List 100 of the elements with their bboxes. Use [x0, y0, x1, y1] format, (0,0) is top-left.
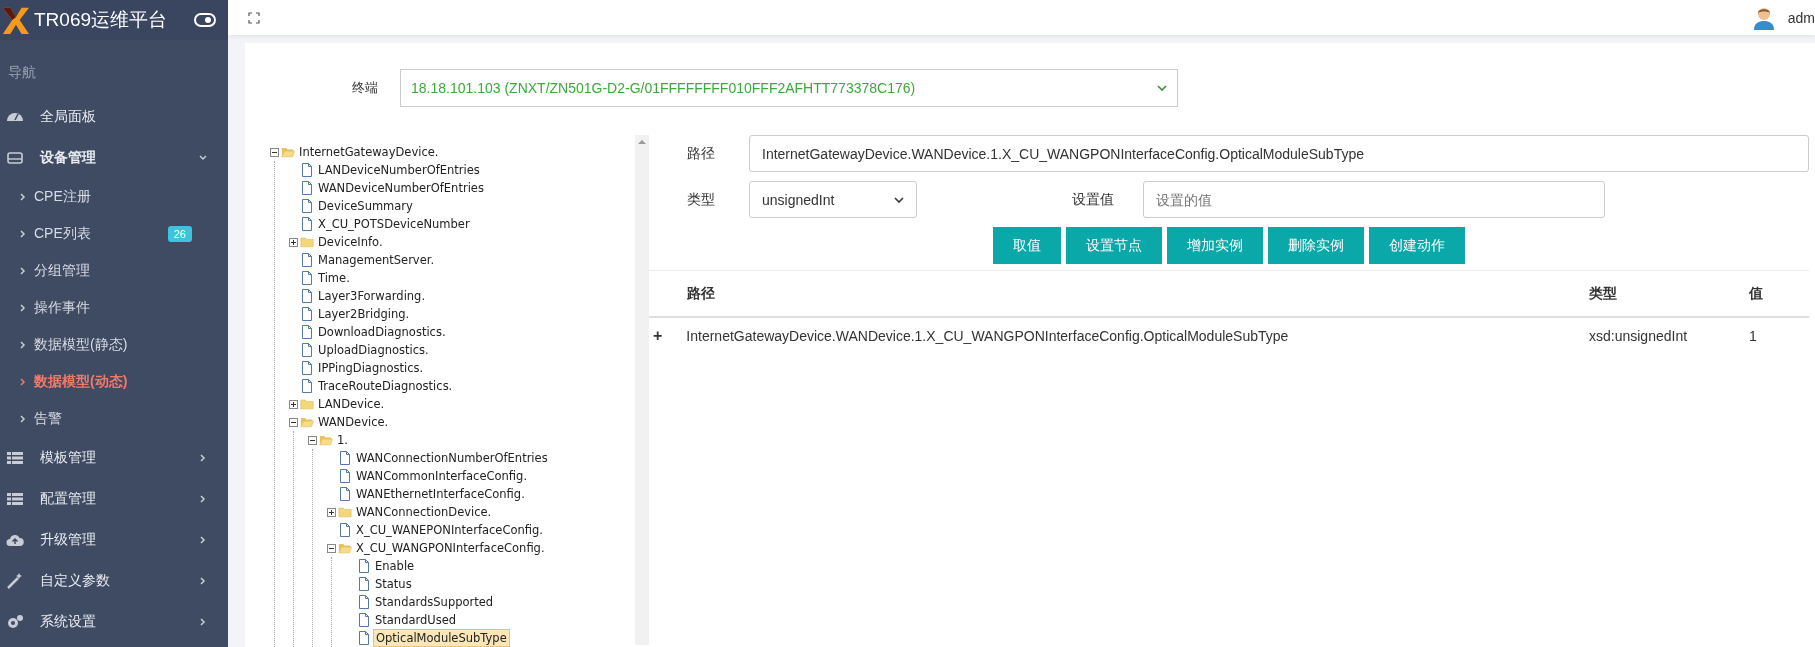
document-icon — [338, 469, 352, 483]
collapse-icon[interactable] — [289, 417, 298, 427]
column-header: 路径 — [687, 284, 716, 303]
nav-subitem[interactable]: 数据模型(静态) — [0, 326, 228, 363]
tree-node[interactable]: X_CU_WANGPONInterfaceConfig. — [354, 540, 547, 556]
document-icon — [338, 451, 352, 465]
document-icon — [357, 613, 371, 627]
document-icon — [300, 181, 314, 195]
terminal-label: 终端 — [351, 79, 379, 97]
nav-item[interactable]: 自定义参数 — [0, 560, 228, 601]
nav-heading: 导航 — [7, 63, 37, 82]
tree-node[interactable]: DeviceInfo. — [316, 234, 385, 250]
tree-node[interactable]: Layer3Forwarding. — [316, 288, 428, 304]
folder-icon — [300, 397, 314, 411]
magic-wand-icon — [6, 571, 24, 590]
expand-toggle[interactable]: + — [649, 327, 663, 345]
toggle-icon[interactable] — [194, 13, 216, 27]
nav-item[interactable]: 升级管理 — [0, 519, 228, 560]
path-label: 路径 — [686, 144, 716, 163]
document-icon — [300, 361, 314, 375]
gears-icon — [6, 612, 24, 631]
nav-subitem[interactable]: CPE列表 26 — [0, 215, 228, 252]
expand-icon[interactable] — [327, 507, 336, 517]
tree-node[interactable]: X_CU_POTSDeviceNumber — [316, 216, 472, 232]
chevron-right-icon — [18, 228, 28, 239]
chevron-right-icon — [18, 191, 28, 202]
tree-node[interactable]: Layer2Bridging. — [316, 306, 412, 322]
tree-node[interactable]: WANCommonInterfaceConfig. — [354, 468, 530, 484]
tree-node[interactable]: X_CU_WANEPONInterfaceConfig. — [354, 522, 545, 538]
type-label: 类型 — [686, 190, 716, 209]
table-cell-text: 1 — [1749, 328, 1758, 344]
count-badge: 26 — [167, 225, 192, 242]
collapse-icon[interactable] — [308, 435, 317, 445]
path-field[interactable]: InternetGatewayDevice.WANDevice.1.X_CU_WANGPONInterfaceConfig.OpticalModuleSubType — [749, 135, 1809, 172]
expand-icon[interactable] — [289, 399, 298, 409]
tree-node[interactable]: 1. — [335, 432, 350, 448]
table-cell-text: InternetGatewayDevice.WANDevice.1.X_CU_WANGPONInterfaceConfig.OpticalModuleSubType — [686, 328, 1290, 344]
chevron-right-icon — [18, 265, 28, 276]
tree-node[interactable]: Status — [373, 576, 414, 592]
nav-item[interactable]: 设备管理 — [0, 137, 228, 178]
nav-subitem[interactable]: 操作事件 — [0, 289, 228, 326]
document-icon — [300, 307, 314, 321]
nav-item[interactable]: 系统设置 — [0, 601, 228, 642]
nav-item[interactable]: 模板管理 — [0, 437, 228, 478]
chevron-right-icon — [18, 302, 28, 313]
open-folder-icon — [338, 541, 352, 555]
document-icon — [357, 595, 371, 609]
document-icon — [300, 271, 314, 285]
tree-node[interactable]: LANDeviceNumberOfEntries — [316, 162, 482, 178]
document-icon — [300, 379, 314, 393]
document-icon — [300, 325, 314, 339]
tree-node[interactable]: StandardUsed — [373, 612, 459, 628]
set-value-field[interactable]: 设置的值 — [1143, 181, 1605, 218]
nav-subitem[interactable]: 告警 — [0, 400, 228, 437]
tree-node[interactable]: DeviceSummary — [316, 198, 415, 214]
set-value-label: 设置值 — [1071, 190, 1115, 209]
nav-item[interactable]: 全局面板 — [0, 96, 228, 137]
open-folder-icon — [319, 433, 333, 447]
document-icon — [300, 163, 314, 177]
document-icon — [338, 487, 352, 501]
document-icon — [300, 343, 314, 357]
tree-node[interactable]: WANDevice. — [316, 414, 391, 430]
folder-icon — [338, 505, 352, 519]
tree-node[interactable]: WANEthernetInterfaceConfig. — [354, 486, 527, 502]
chevron-icon — [1157, 85, 1167, 91]
tree-node[interactable]: DownloadDiagnostics. — [316, 324, 448, 340]
tree-node[interactable]: Time. — [316, 270, 352, 286]
document-icon — [300, 199, 314, 213]
tree-node[interactable]: Enable — [373, 558, 417, 574]
type-select[interactable]: unsignedInt — [749, 181, 917, 218]
table-cell-text: xsd:unsignedInt — [1589, 328, 1689, 344]
tree-node[interactable]: LANDevice. — [316, 396, 387, 412]
fullscreen-icon[interactable] — [248, 11, 260, 24]
nav-subitem[interactable]: 分组管理 — [0, 252, 228, 289]
collapse-icon[interactable] — [270, 147, 279, 157]
user-avatar-icon[interactable] — [1751, 5, 1776, 30]
folder-icon — [300, 235, 314, 249]
nav-item[interactable]: 配置管理 — [0, 478, 228, 519]
tree-node[interactable]: WANConnectionNumberOfEntries — [354, 450, 550, 466]
tree-node[interactable]: WANConnectionDevice. — [354, 504, 494, 520]
chevron-right-icon — [18, 339, 28, 350]
tree-node[interactable]: UploadDiagnostics. — [316, 342, 431, 358]
collapse-icon[interactable] — [327, 543, 336, 553]
chevron-right-icon — [18, 413, 28, 424]
user-name[interactable]: adm — [1787, 9, 1815, 26]
scrollbar[interactable] — [635, 135, 649, 645]
tree-node[interactable]: TraceRouteDiagnostics. — [316, 378, 455, 394]
document-icon — [300, 217, 314, 231]
tree-node[interactable]: InternetGatewayDevice. — [297, 144, 441, 160]
tree-node[interactable]: ManagementServer. — [316, 252, 437, 268]
tree-node[interactable]: OpticalModuleSubType — [373, 629, 510, 647]
chevron-right-icon — [18, 376, 28, 387]
tree-node[interactable]: IPPingDiagnostics. — [316, 360, 426, 376]
expand-icon[interactable] — [289, 237, 298, 247]
tree-node[interactable]: WANDeviceNumberOfEntries — [316, 180, 486, 196]
tree-node[interactable]: StandardsSupported — [373, 594, 496, 610]
nav-subitem[interactable]: CPE注册 — [0, 178, 228, 215]
document-icon — [357, 559, 371, 573]
document-icon — [300, 289, 314, 303]
document-icon — [357, 577, 371, 591]
